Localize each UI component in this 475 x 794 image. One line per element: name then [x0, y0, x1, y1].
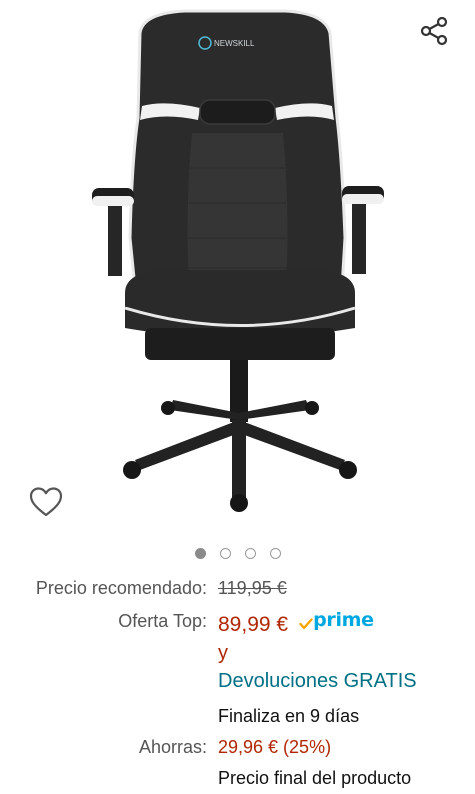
carousel-dot-2[interactable] — [220, 548, 231, 559]
free-returns-link[interactable]: Devoluciones GRATIS — [218, 670, 417, 692]
chair-brand-logo: NEWSKILL — [214, 39, 255, 48]
deal-ends-text: Finaliza en 9 días — [218, 706, 360, 726]
prime-badge[interactable]: prime — [299, 609, 374, 631]
deal-price-label: Oferta Top: — [118, 611, 207, 631]
and-text: y — [218, 642, 228, 664]
savings-value: 29,96 € (25%) — [218, 737, 332, 757]
recommended-price-label: Precio recomendado: — [35, 578, 207, 598]
savings-label: Ahorras: — [138, 737, 207, 757]
carousel-dot-1[interactable] — [195, 548, 206, 559]
final-price-text: Precio final del producto — [218, 768, 412, 788]
prime-check-icon — [299, 618, 313, 630]
deal-price-group: 89,99 € prime — [218, 609, 374, 636]
recommended-price-value: 119,95 € — [218, 578, 287, 598]
carousel-dot-4[interactable] — [270, 548, 281, 559]
heart-icon[interactable] — [28, 484, 64, 520]
carousel-dot-3[interactable] — [245, 548, 256, 559]
product-image-area[interactable]: NEWSKILL — [0, 0, 475, 540]
share-icon[interactable] — [418, 14, 452, 48]
carousel-indicator[interactable] — [0, 548, 475, 564]
prime-label: prime — [313, 609, 374, 631]
product-image[interactable]: NEWSKILL — [80, 8, 395, 518]
deal-price-value: 89,99 € — [218, 613, 289, 636]
